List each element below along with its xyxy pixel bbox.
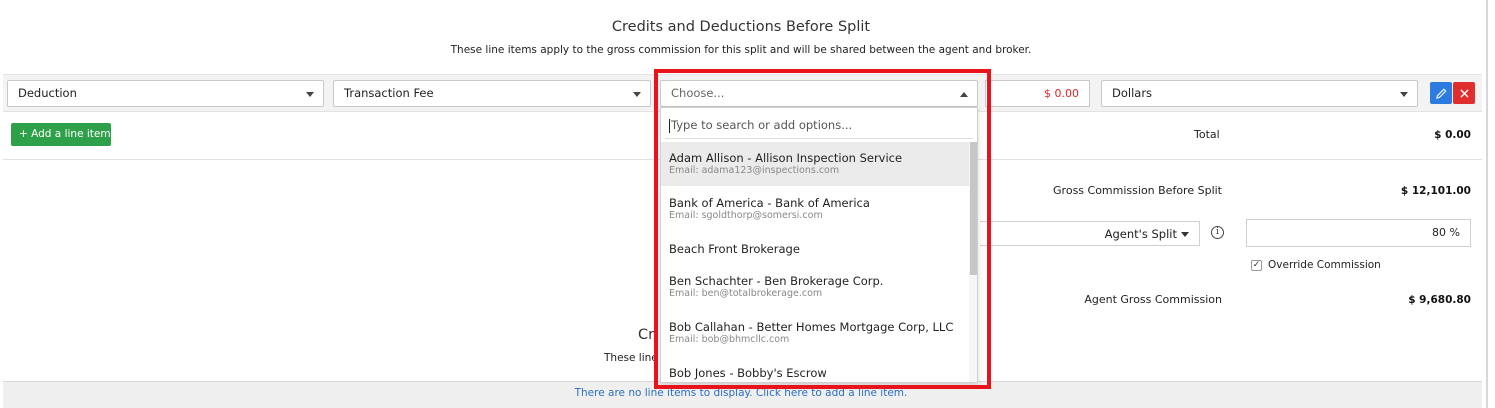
delete-button[interactable]: [1453, 82, 1475, 104]
chevron-down-icon: [1400, 92, 1408, 97]
gross-before-split-value: $ 12,101.00: [1400, 185, 1471, 197]
override-commission-checkbox[interactable]: ✓: [1251, 260, 1262, 271]
lower-section-title: Cr: [638, 327, 655, 343]
amount-input[interactable]: $ 0.00: [985, 80, 1090, 107]
lower-section-subtitle: These line: [604, 352, 658, 364]
total-value: $ 0.00: [1434, 129, 1471, 141]
section-subtitle: These line items apply to the gross comm…: [450, 44, 1032, 56]
agent-split-label: Agent's Split: [1104, 227, 1177, 241]
agent-gross-commission-value: $ 9,680.80: [1408, 294, 1471, 306]
unit-value: Dollars: [1112, 86, 1153, 100]
gross-before-split-label: Gross Commission Before Split: [1053, 184, 1222, 197]
line-item-category-select[interactable]: Transaction Fee: [333, 80, 651, 107]
line-item-type-value: Deduction: [18, 86, 77, 100]
checkmark-icon: ✓: [1252, 260, 1261, 270]
section-title: Credits and Deductions Before Split: [611, 19, 871, 35]
add-line-item-button[interactable]: + Add a line item: [11, 123, 111, 146]
chevron-down-icon: [306, 92, 314, 97]
info-icon[interactable]: i: [1211, 226, 1224, 239]
line-item-type-select[interactable]: Deduction: [7, 80, 324, 107]
line-item-category-value: Transaction Fee: [344, 86, 434, 100]
close-icon: [1459, 89, 1469, 98]
page-right-border: [1486, 0, 1488, 408]
agent-gross-commission-label: Agent Gross Commission: [1084, 293, 1222, 306]
highlight-box: [654, 69, 991, 389]
unit-select[interactable]: Dollars: [1101, 80, 1418, 107]
override-commission-label: Override Commission: [1268, 259, 1381, 271]
split-percent-input[interactable]: 80 %: [1246, 219, 1471, 247]
agent-split-select[interactable]: Agent's Split: [980, 221, 1200, 246]
edit-button[interactable]: [1430, 82, 1452, 104]
pencil-icon: [1435, 88, 1446, 99]
total-label: Total: [1194, 128, 1220, 141]
chevron-down-icon: [1181, 232, 1189, 237]
chevron-down-icon: [633, 92, 641, 97]
